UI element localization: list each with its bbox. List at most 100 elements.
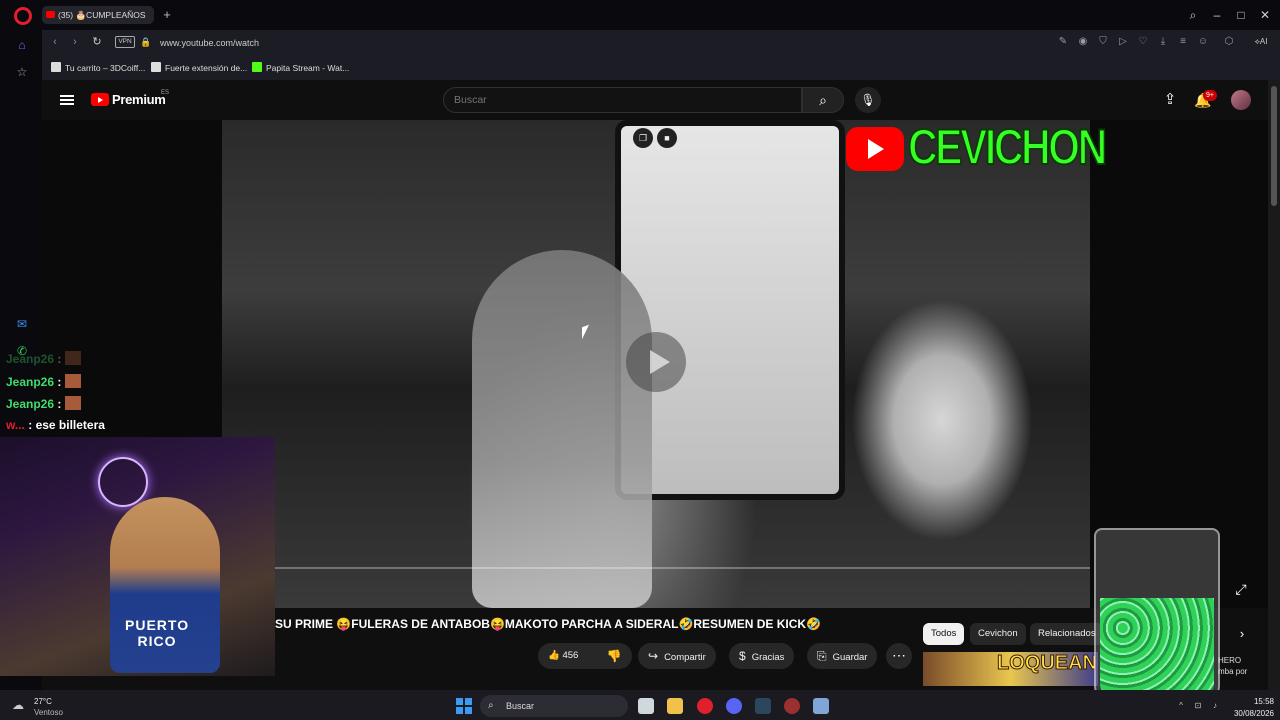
- like-count: 456: [562, 650, 579, 661]
- messenger-icon[interactable]: ✉: [14, 316, 30, 332]
- progress-bar[interactable]: [274, 567, 1090, 569]
- fullscreen-icon[interactable]: ⤢: [1232, 580, 1250, 598]
- close-window-button[interactable]: ✕: [1256, 6, 1274, 24]
- scrollbar-thumb[interactable]: [1271, 86, 1277, 206]
- aria-ai-button[interactable]: ⟡AI: [1248, 35, 1274, 49]
- discord-icon[interactable]: [726, 698, 742, 714]
- weather-description[interactable]: Ventoso: [34, 708, 63, 717]
- chat-user: Jeanp26: [6, 375, 55, 389]
- new-tab-button[interactable]: +: [160, 8, 174, 22]
- microphone-icon[interactable]: 🎙: [855, 87, 881, 113]
- video-hand-image: [472, 250, 652, 608]
- mouse-cursor-icon: [582, 324, 589, 340]
- chip-cevichon[interactable]: Cevichon: [970, 623, 1026, 645]
- app-icon[interactable]: [784, 698, 800, 714]
- taskbar-search[interactable]: Buscar: [480, 695, 628, 717]
- dislike-button[interactable]: 👎: [601, 643, 627, 669]
- youtube-logo-icon[interactable]: [91, 93, 109, 106]
- chip-todos[interactable]: Todos: [923, 623, 965, 645]
- vpn-badge[interactable]: VPN: [115, 36, 135, 48]
- thanks-icon: $: [739, 649, 746, 663]
- chat-line: w... : ese billetera: [6, 418, 105, 432]
- recommended-title[interactable]: HERO mba por: [1218, 655, 1247, 677]
- emote-icon: [65, 374, 82, 388]
- volume-icon[interactable]: ♪: [1210, 701, 1220, 711]
- shield-icon[interactable]: ⛉: [1096, 35, 1110, 49]
- bookmark-3[interactable]: Papita Stream - Wat...: [252, 60, 349, 76]
- bookmark-icon: ⎘: [817, 649, 827, 663]
- notification-count-badge: 9+: [1203, 90, 1217, 101]
- task-view-icon[interactable]: [638, 698, 654, 714]
- streamer-webcam: PUERTO RICO: [0, 437, 275, 676]
- save-label: Guardar: [832, 652, 868, 663]
- opera-taskbar-icon[interactable]: [697, 698, 713, 714]
- weather-wind-icon[interactable]: ☁: [12, 698, 28, 712]
- reload-icon[interactable]: ↻: [90, 35, 104, 49]
- settings-gear-icon[interactable]: [813, 698, 829, 714]
- play-overlay-icon[interactable]: [626, 332, 686, 392]
- chat-message: : ese billetera: [28, 418, 105, 432]
- stream-chat: Jeanp26 : Jeanp26 : Jeanp26 : w... : ese…: [0, 350, 200, 434]
- youtube-favicon-icon: [46, 11, 55, 18]
- tab-search-icon[interactable]: ⌕: [1184, 6, 1202, 24]
- tab-bar: [0, 0, 1280, 30]
- share-button[interactable]: ↪ Compartir: [638, 643, 716, 669]
- steam-icon[interactable]: [755, 698, 771, 714]
- bookmark-1-label: Tu carrito – 3DCoiff...: [65, 63, 146, 73]
- avatar[interactable]: [1231, 90, 1251, 110]
- heart-icon[interactable]: ♡: [1136, 35, 1150, 49]
- edit-icon[interactable]: ✎: [1056, 35, 1070, 49]
- like-button[interactable]: 👍 456: [548, 643, 578, 669]
- camera-icon[interactable]: ◉: [1076, 35, 1090, 49]
- chip-relacionados[interactable]: Relacionados: [1030, 623, 1104, 645]
- bookmark-1[interactable]: Tu carrito – 3DCoiff...: [51, 60, 145, 76]
- chevron-right-icon[interactable]: ›: [1232, 623, 1252, 645]
- neon-planet-icon: [98, 457, 148, 507]
- extensions-icon[interactable]: ⬡: [1222, 35, 1236, 49]
- more-actions-icon[interactable]: ⋯: [886, 643, 912, 669]
- chat-message: :: [57, 397, 62, 411]
- play-icon[interactable]: ▷: [1116, 35, 1130, 49]
- emote-icon: [65, 351, 82, 365]
- menu-list-icon[interactable]: ≡: [1176, 35, 1190, 49]
- chat-user: w...: [6, 418, 25, 432]
- opera-logo-icon[interactable]: [14, 7, 32, 25]
- network-icon[interactable]: ⊡: [1193, 701, 1203, 711]
- jersey-text: PUERTO RICO: [125, 617, 190, 649]
- chat-message: :: [57, 375, 62, 389]
- youtube-premium-label[interactable]: Premium: [112, 92, 166, 107]
- search-icon[interactable]: ⌕: [802, 87, 844, 113]
- lock-icon[interactable]: 🔒: [139, 35, 153, 49]
- hamburger-menu-icon[interactable]: [60, 93, 74, 107]
- forward-icon[interactable]: ›: [68, 35, 82, 49]
- maximize-button[interactable]: □: [1232, 6, 1250, 24]
- weather-temperature[interactable]: 27°C: [34, 697, 52, 706]
- video-title: SU PRIME 😝FULERAS DE ANTABOB😝MAKOTO PARC…: [275, 617, 821, 631]
- chat-user: Jeanp26: [6, 397, 55, 411]
- browser-tab[interactable]: (35) 🎂CUMPLEAÑOS: [42, 6, 154, 24]
- profile-icon[interactable]: ☺: [1196, 35, 1210, 49]
- channel-watermark-play-icon: [846, 127, 904, 171]
- tray-chevron-icon[interactable]: ^: [1176, 701, 1186, 711]
- bookmark-2[interactable]: Fuerte extensión de...: [151, 60, 247, 76]
- file-explorer-icon[interactable]: [667, 698, 683, 714]
- download-icon[interactable]: ⤓: [1156, 35, 1170, 49]
- windows-start-icon[interactable]: [456, 698, 472, 714]
- search-input[interactable]: [443, 87, 802, 113]
- clock-time[interactable]: 15:58: [1226, 697, 1274, 706]
- thanks-label: Gracias: [751, 652, 785, 663]
- channel-watermark-text: CEVICHON: [907, 118, 1108, 176]
- url-field[interactable]: www.youtube.com/watch: [152, 33, 1152, 53]
- thanks-button[interactable]: $ Gracias: [729, 643, 795, 669]
- home-icon[interactable]: ⌂: [14, 37, 30, 53]
- ai-label: AI: [1259, 37, 1268, 46]
- chat-message: :: [57, 352, 62, 366]
- back-icon[interactable]: ‹: [48, 35, 62, 49]
- record-icon[interactable]: ■: [657, 128, 677, 148]
- clock-date[interactable]: 30/08/2026: [1226, 709, 1274, 718]
- miniplayer-icon[interactable]: ❐: [633, 128, 653, 148]
- save-button[interactable]: ⎘ Guardar: [807, 643, 878, 669]
- pinboards-icon[interactable]: ☆: [14, 64, 30, 80]
- minimize-button[interactable]: –: [1208, 6, 1226, 24]
- create-upload-icon[interactable]: ⇪: [1160, 90, 1180, 110]
